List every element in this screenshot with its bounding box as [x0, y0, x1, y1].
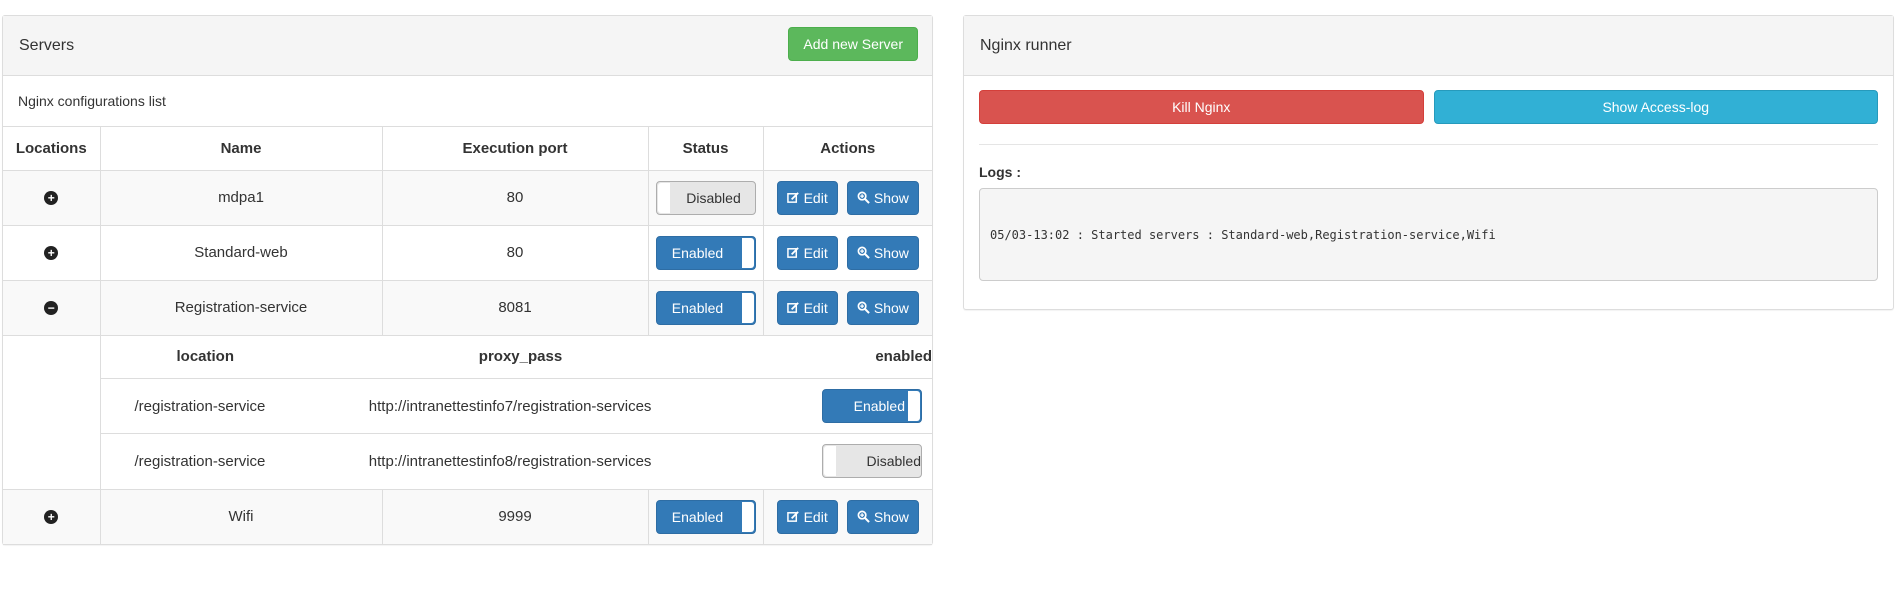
show-button[interactable]: Show	[846, 499, 919, 534]
edit-button[interactable]: Edit	[776, 290, 838, 325]
table-row: + Standard-web 80 Enabled Edit Show	[3, 225, 932, 281]
show-button[interactable]: Show	[846, 180, 919, 215]
server-port: 8081	[382, 280, 649, 336]
servers-panel-title: Servers	[19, 36, 75, 54]
edit-label: Edit	[803, 189, 828, 206]
location-enabled-cell: Enabled	[775, 378, 932, 434]
nginx-action-buttons: Kill Nginx Show Access-log	[979, 90, 1878, 124]
server-name: Standard-web	[100, 225, 383, 281]
zoom-in-icon	[857, 301, 870, 314]
show-label: Show	[873, 299, 909, 316]
table-row: − Registration-service 8081 Enabled Edit…	[3, 280, 932, 336]
location-enabled-toggle[interactable]: Disabled	[822, 444, 922, 479]
location-row: /registration-service http://intranettes…	[101, 434, 933, 489]
zoom-in-icon	[857, 191, 870, 204]
locations-table: location proxy_pass enabled /registratio…	[100, 335, 933, 489]
location-path: /registration-service	[100, 378, 369, 434]
divider	[979, 144, 1878, 145]
zoom-in-icon	[857, 246, 870, 259]
server-port: 80	[382, 170, 649, 226]
status-cell: Enabled	[648, 489, 764, 545]
proxy-pass-url: http://intranettestinfo7/registration-se…	[368, 378, 776, 434]
locations-subtable-cell: location proxy_pass enabled /registratio…	[100, 335, 933, 490]
show-label: Show	[873, 189, 909, 206]
column-header-name: Name	[100, 127, 383, 171]
server-port: 80	[382, 225, 649, 281]
server-name: Wifi	[100, 489, 383, 545]
edit-label: Edit	[803, 508, 828, 525]
plus-circle-icon[interactable]: +	[44, 510, 59, 524]
show-label: Show	[873, 244, 909, 261]
locations-cell: +	[3, 170, 101, 226]
edit-icon	[786, 247, 799, 258]
locations-cell: +	[3, 489, 101, 545]
edit-label: Edit	[803, 244, 828, 261]
column-header-proxy-pass: proxy_pass	[368, 335, 776, 379]
locations-subtable-row: location proxy_pass enabled /registratio…	[3, 335, 933, 490]
minus-circle-icon[interactable]: −	[44, 301, 59, 315]
plus-circle-icon[interactable]: +	[44, 191, 59, 205]
locations-cell: −	[3, 280, 101, 336]
edit-button[interactable]: Edit	[776, 235, 838, 270]
column-header-locations: Locations	[3, 127, 101, 171]
actions-cell: Edit Show	[763, 170, 932, 226]
edit-icon	[786, 511, 799, 522]
plus-circle-icon[interactable]: +	[44, 246, 59, 260]
nginx-panel-body: Kill Nginx Show Access-log Logs : 05/03-…	[964, 76, 1893, 281]
actions-cell: Edit Show	[763, 225, 932, 281]
nginx-panel-heading: Nginx runner	[964, 16, 1893, 76]
proxy-pass-url: http://intranettestinfo8/registration-se…	[368, 452, 652, 470]
add-server-button[interactable]: Add new Server	[788, 27, 918, 61]
location-enabled-cell: Disabled	[775, 434, 932, 489]
locations-table-header: location proxy_pass enabled	[100, 335, 932, 379]
kill-nginx-button[interactable]: Kill Nginx	[979, 90, 1424, 124]
show-button[interactable]: Show	[846, 290, 919, 325]
server-name: mdpa1	[100, 170, 383, 226]
location-path: /registration-service	[134, 452, 266, 470]
column-header-execution-port: Execution port	[382, 127, 649, 171]
show-button[interactable]: Show	[846, 235, 919, 270]
column-header-status: Status	[648, 127, 764, 171]
edit-icon	[786, 302, 799, 313]
server-name: Registration-service	[100, 280, 383, 336]
status-cell: Disabled	[648, 170, 764, 226]
status-toggle[interactable]: Enabled	[655, 290, 756, 325]
show-label: Show	[873, 508, 909, 525]
logs-output: 05/03-13:02 : Started servers : Standard…	[979, 188, 1878, 281]
edit-icon	[786, 192, 799, 203]
location-enabled-toggle[interactable]: Enabled	[822, 389, 922, 423]
logs-label: Logs :	[979, 164, 1021, 180]
table-row: + mdpa1 80 Disabled Edit Show	[3, 170, 932, 226]
actions-cell: Edit Show	[763, 280, 932, 336]
edit-button[interactable]: Edit	[776, 180, 838, 215]
locations-spacer	[3, 335, 101, 490]
log-line: 05/03-13:02 : Started servers : Standard…	[990, 227, 1496, 242]
zoom-in-icon	[857, 510, 870, 523]
actions-cell: Edit Show	[763, 489, 932, 545]
nginx-runner-panel: Nginx runner Kill Nginx Show Access-log …	[963, 15, 1894, 310]
servers-table: Locations Name Execution port Status Act…	[3, 127, 932, 545]
locations-cell: +	[3, 225, 101, 281]
edit-label: Edit	[803, 299, 828, 316]
server-port: 9999	[382, 489, 649, 545]
column-header-enabled: enabled	[775, 335, 932, 379]
status-toggle[interactable]: Disabled	[655, 180, 756, 215]
table-row: + Wifi 9999 Enabled Edit Show	[3, 489, 932, 545]
servers-table-header: Locations Name Execution port Status Act…	[3, 127, 932, 171]
location-row: /registration-service http://intranettes…	[100, 378, 932, 434]
servers-panel-heading: Servers Add new Server	[3, 16, 932, 76]
column-header-location: location	[100, 335, 369, 379]
show-access-log-button[interactable]: Show Access-log	[1433, 90, 1878, 124]
status-cell: Enabled	[648, 225, 764, 281]
servers-panel-subtitle: Nginx configurations list	[3, 76, 932, 127]
nginx-panel-title: Nginx runner	[980, 36, 1072, 54]
status-toggle[interactable]: Enabled	[655, 499, 756, 534]
status-toggle[interactable]: Enabled	[655, 235, 756, 270]
status-cell: Enabled	[648, 280, 764, 336]
edit-button[interactable]: Edit	[776, 499, 838, 534]
servers-panel: Servers Add new Server Nginx configurati…	[2, 15, 933, 545]
column-header-actions: Actions	[763, 127, 932, 171]
